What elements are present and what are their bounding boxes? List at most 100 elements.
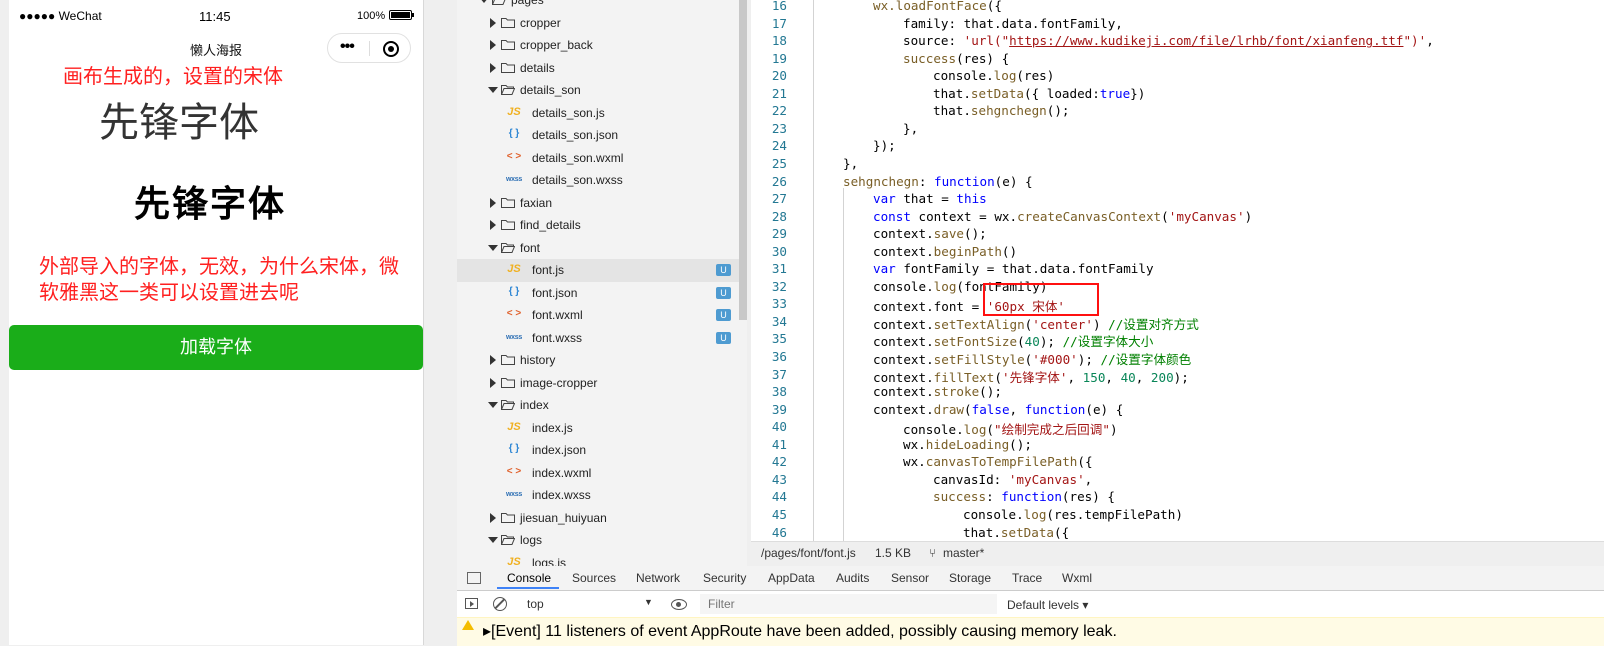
file-row[interactable]: wxss details_son.wxss (457, 169, 747, 192)
chevron-down-icon[interactable] (488, 242, 498, 254)
chevron-right-icon[interactable] (488, 62, 498, 74)
code-editor[interactable]: 16 wx.loadFontFace({17 family: that.data.f… (751, 0, 1604, 541)
tree-item-label: font.wxss (532, 330, 583, 345)
tree-item-label: font.wxml (532, 308, 583, 322)
tab-security[interactable]: Security (703, 571, 746, 585)
file-row[interactable]: JS details_son.js (457, 102, 747, 125)
file-row[interactable]: < > font.wxml U (457, 304, 747, 327)
line-number: 38 (771, 384, 787, 400)
inspect-element-icon[interactable] (467, 572, 481, 584)
line-number: 27 (771, 191, 787, 207)
file-row[interactable]: wxss index.wxss (457, 484, 747, 507)
folder-row[interactable]: details (457, 57, 747, 80)
tab-sensor[interactable]: Sensor (891, 571, 929, 585)
wxml-file-icon: < > (506, 150, 522, 162)
folder-row[interactable]: font (457, 237, 747, 260)
chevron-right-icon[interactable] (488, 197, 498, 209)
file-row[interactable]: { } details_son.json (457, 124, 747, 147)
warning-icon (462, 620, 474, 630)
line-number: 36 (771, 349, 787, 364)
folder-row[interactable]: details_son (457, 79, 747, 102)
clear-console-icon[interactable] (493, 597, 507, 611)
tree-item-label: index.wxss (532, 488, 591, 502)
tab-network[interactable]: Network (636, 571, 680, 585)
file-row[interactable]: wxss font.wxss U (457, 327, 747, 350)
line-number: 37 (771, 366, 787, 382)
file-tree-scrollbar[interactable] (739, 0, 747, 320)
folder-row[interactable]: image-cropper (457, 372, 747, 395)
folder-row[interactable]: cropper_back (457, 34, 747, 57)
file-row[interactable]: { } font.json U (457, 282, 747, 305)
js-file-icon: JS (507, 263, 521, 275)
load-font-button[interactable]: 加载字体 (9, 325, 423, 370)
tree-item-label: details_son.js (532, 105, 605, 120)
folder-row[interactable]: faxian (457, 192, 747, 215)
folder-open-icon (492, 0, 506, 5)
line-number: 24 (771, 138, 787, 154)
file-size: 1.5 KB (875, 546, 912, 560)
tab-sources[interactable]: Sources (572, 571, 616, 585)
file-row[interactable]: JS logs.js (457, 552, 747, 568)
sidebar-toggle-icon[interactable] (465, 598, 478, 609)
chevron-down-icon[interactable] (488, 534, 498, 546)
tree-item-label: jiesuan_huiyuan (520, 510, 607, 525)
tab-console[interactable]: Console (507, 571, 551, 585)
line-number: 43 (771, 471, 787, 487)
file-row[interactable]: < > details_son.wxml (457, 147, 747, 170)
code-line: canvasId: 'myCanvas', (933, 471, 1093, 487)
tab-trace[interactable]: Trace (1012, 571, 1042, 585)
wxml-file-icon: < > (506, 465, 522, 477)
line-number: 34 (771, 313, 787, 329)
folder-row[interactable]: index (457, 394, 747, 417)
chevron-right-icon[interactable] (488, 512, 498, 524)
tab-appdata[interactable]: AppData (768, 571, 815, 585)
tab-audits[interactable]: Audits (836, 571, 869, 585)
chevron-right-icon[interactable] (488, 377, 498, 389)
wxss-file-icon: wxss (506, 491, 522, 498)
folder-row[interactable]: cropper (457, 12, 747, 35)
code-line: console.log(res) (933, 68, 1055, 84)
file-row[interactable]: < > index.wxml (457, 462, 747, 485)
chevron-down-icon[interactable] (488, 399, 498, 411)
chevron-right-icon[interactable] (488, 354, 498, 366)
chevron-right-icon[interactable] (488, 17, 498, 29)
line-number: 29 (771, 226, 787, 242)
code-line: context.draw(false, function(e) { (873, 401, 1124, 417)
console-filter-input[interactable] (700, 594, 997, 614)
folder-row[interactable]: find_details (457, 214, 747, 237)
folder-icon (501, 512, 515, 523)
folder-row[interactable]: history (457, 349, 747, 372)
tab-storage[interactable]: Storage (949, 571, 991, 585)
chevron-right-icon[interactable] (488, 219, 498, 231)
code-line: context.stroke(); (873, 384, 1002, 400)
line-number: 44 (771, 489, 787, 505)
chevron-right-icon[interactable] (488, 39, 498, 51)
more-menu-button[interactable]: ••• (340, 38, 355, 56)
tab-wxml[interactable]: Wxml (1062, 571, 1092, 585)
chevron-down-icon[interactable] (479, 0, 489, 6)
code-line: success: function(res) { (933, 489, 1115, 505)
tree-item-label: find_details (520, 218, 581, 232)
context-selector[interactable]: top ▼ (520, 595, 655, 613)
line-number: 26 (771, 173, 787, 189)
live-expression-eye-icon[interactable] (671, 599, 687, 610)
folder-row[interactable]: jiesuan_huiyuan (457, 507, 747, 530)
file-row[interactable]: JS index.js (457, 417, 747, 440)
tree-item-label: index.json (532, 443, 587, 457)
chevron-down-icon[interactable] (488, 84, 498, 96)
close-target-icon[interactable] (383, 41, 399, 57)
folder-row[interactable]: logs (457, 529, 747, 552)
folder-icon (501, 355, 515, 365)
folder-row[interactable]: pages (457, 0, 747, 12)
line-number: 41 (771, 436, 787, 452)
folder-open-icon (501, 535, 515, 545)
git-branch[interactable]: master* (943, 546, 984, 560)
log-levels-dropdown[interactable]: Default levels ▾ (1007, 598, 1088, 612)
line-number: 45 (771, 506, 787, 522)
branch-icon: ⑂ (929, 546, 937, 560)
code-line: context.save(); (873, 226, 987, 242)
file-row[interactable]: { } index.json (457, 439, 747, 462)
code-line: context.fillText('先锋字体', 150, 40, 200); (873, 369, 1189, 385)
file-row[interactable]: JS font.js U (457, 259, 747, 282)
devtools-tab-bar: Console Sources Network Security AppData Audi… (457, 566, 1604, 591)
